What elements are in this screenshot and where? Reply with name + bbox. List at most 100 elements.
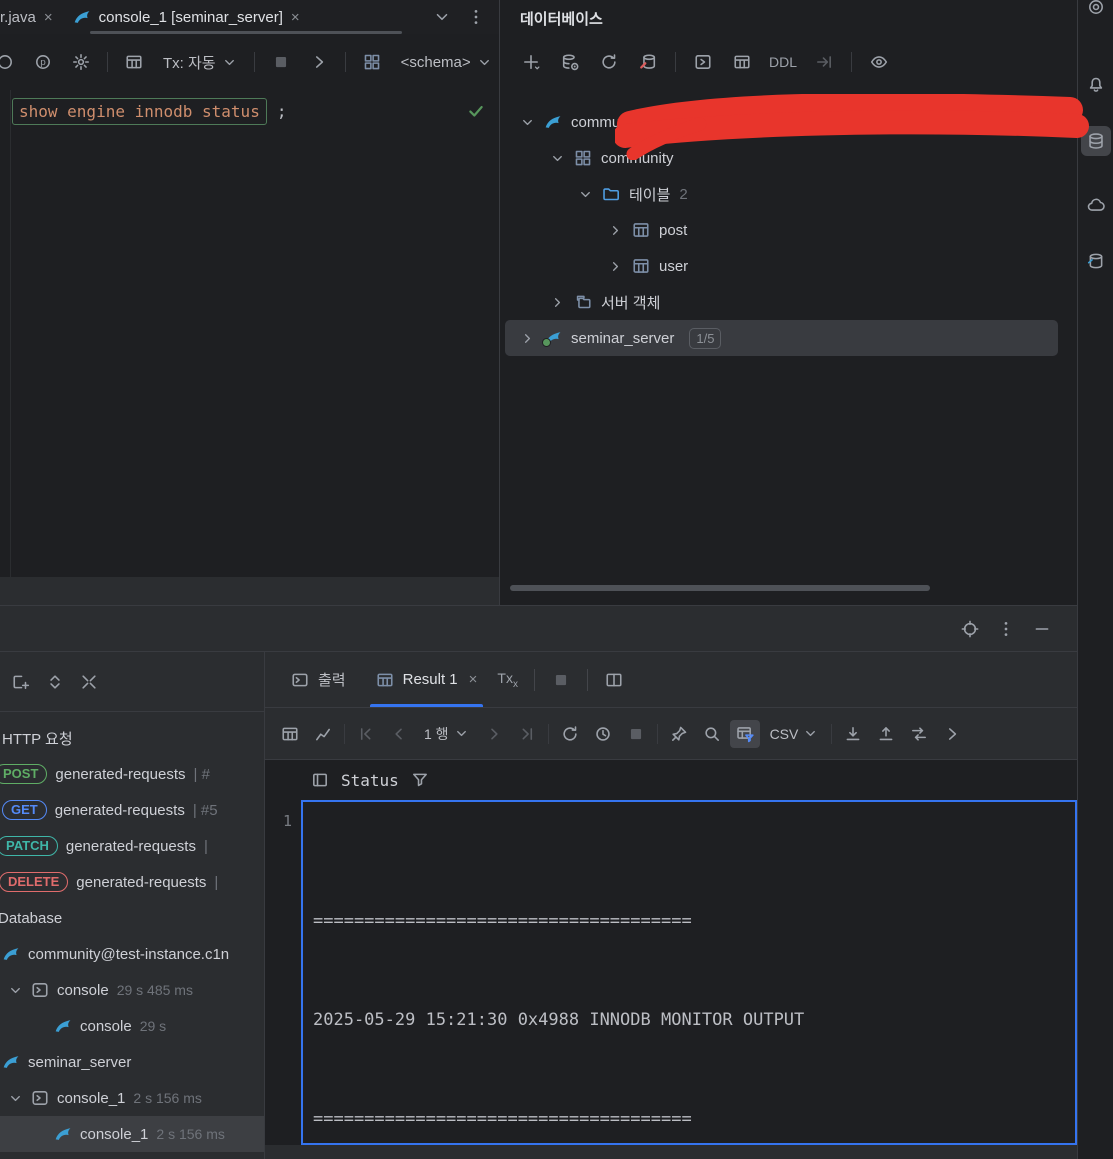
minimize-icon[interactable] [1033,620,1051,638]
chevron-down-icon[interactable] [550,151,565,166]
chevron-right-icon[interactable] [608,223,623,238]
tree-item-connection-2[interactable]: seminar_server 1/5 [505,320,1058,356]
tree-item-connection[interactable]: community@ [500,104,1077,140]
tab-scrollbar[interactable] [90,31,402,34]
chevron-right-icon[interactable] [520,331,535,346]
compare-icon[interactable] [904,720,934,748]
session-connection[interactable]: community@test-instance.c1n [0,936,264,972]
panel-title: 데이터베이스 [520,10,603,28]
request-label: generated-requests [55,765,186,783]
chevron-down-icon[interactable] [433,8,451,26]
search-icon[interactable] [697,720,727,748]
services-group-http[interactable]: HTTP 요청 [0,720,264,756]
horizontal-scrollbar[interactable] [510,585,930,591]
database-tool-window-icon[interactable] [1080,126,1111,156]
chevron-right-icon[interactable] [608,259,623,274]
tree-item-label: 서버 객체 [601,294,661,312]
export-format-select[interactable]: CSV [763,726,826,742]
close-icon[interactable]: × [291,9,300,26]
import-icon[interactable] [838,720,868,748]
tab-output[interactable]: 출력 [277,652,360,707]
filter-table-icon[interactable] [729,719,760,748]
tab-result-1[interactable]: Result 1 × [362,652,492,707]
tree-item-server-objects[interactable]: 서버 객체 [500,284,1077,320]
grid-view-icon[interactable] [275,720,305,748]
tree-item-table-post[interactable]: post [500,212,1077,248]
session-console[interactable]: console 29 s 485 ms [0,972,264,1008]
collapse-all-icon[interactable] [80,673,98,691]
cloud-tool-icon[interactable] [1081,190,1111,220]
request-item-delete[interactable]: DELETE generated-requests | [0,864,264,900]
session-console-child[interactable]: console 29 s [0,1008,264,1044]
chevron-down-icon[interactable] [8,1091,23,1106]
close-icon[interactable]: × [44,9,53,26]
result-column-header[interactable]: Status [265,760,1077,800]
funnel-icon[interactable] [411,771,429,789]
navigate-ddl-icon[interactable] [809,47,839,77]
pin-tab-icon[interactable] [664,720,694,748]
auto-refresh-clock-icon[interactable] [588,720,618,748]
ddl-button[interactable]: DDL [766,54,800,70]
last-page-icon[interactable] [512,720,542,748]
disconnect-icon[interactable] [633,47,663,77]
schema-select[interactable]: <schema> [395,54,498,71]
kebab-menu-icon[interactable] [997,620,1015,638]
previous-page-icon[interactable] [384,720,414,748]
tx-indicator[interactable]: Txx [493,670,522,690]
table-grid-icon[interactable] [119,47,149,77]
datasource-properties-icon[interactable] [555,47,585,77]
notifications-bell-icon[interactable] [1081,70,1111,100]
refresh-icon[interactable] [594,47,624,77]
tree-item-tables-folder[interactable]: 테이블 2 [500,176,1077,212]
add-service-icon[interactable] [12,673,30,691]
expand-collapse-icon[interactable] [46,673,64,691]
sql-statement[interactable]: show engine innodb status [12,98,267,125]
top-circle-icon[interactable] [1081,0,1111,22]
run-next-icon[interactable] [304,47,334,77]
session-console-1[interactable]: console_1 2 s 156 ms [0,1080,264,1116]
chart-view-icon[interactable] [308,720,338,748]
table-editor-icon[interactable] [727,47,757,77]
session-console-1-child[interactable]: console_1 2 s 156 ms [0,1116,264,1152]
db-console-tool-icon[interactable] [1081,246,1111,276]
reload-icon[interactable] [555,720,585,748]
request-item-patch[interactable]: PATCH generated-requests | [0,828,264,864]
gear-icon[interactable] [66,47,96,77]
more-toolbar-icon[interactable] [937,720,967,748]
tab-r-java[interactable]: r.java × [0,0,63,34]
tree-item-schema[interactable]: community [500,140,1077,176]
stop-icon[interactable] [621,720,651,748]
chevron-down-icon[interactable] [520,115,535,130]
eye-icon[interactable] [864,47,894,77]
add-datasource-icon[interactable] [516,47,546,77]
row-range-select[interactable]: 1 행 [417,724,476,744]
services-group-database[interactable]: Database [0,900,264,936]
next-page-icon[interactable] [479,720,509,748]
crosshair-icon[interactable] [961,620,979,638]
stop-icon[interactable] [547,671,575,689]
tree-item-table-user[interactable]: user [500,248,1077,284]
result-cell[interactable]: ===================================== 20… [301,800,1077,1145]
request-item-get[interactable]: GET generated-requests | #5 [0,792,264,828]
chevron-down-icon[interactable] [8,983,23,998]
tx-mode-select[interactable]: Tx: 자동 [157,52,243,73]
split-view-icon[interactable] [600,671,628,689]
partial-circle-icon[interactable] [0,47,20,77]
first-page-icon[interactable] [351,720,381,748]
chevron-down-icon[interactable] [578,187,593,202]
close-icon[interactable]: × [469,671,478,688]
divider [253,52,255,72]
chevron-right-icon[interactable] [550,295,565,310]
expand-column-icon[interactable] [311,771,329,789]
row-number[interactable]: 1 [265,800,301,1145]
stop-icon[interactable] [266,47,296,77]
profile-run-icon[interactable]: p [28,47,58,77]
kebab-menu-icon[interactable] [467,8,485,26]
editor-scroll-area[interactable] [0,577,499,605]
tab-console-1[interactable]: console_1 [seminar_server] × [63,0,310,34]
request-item-post[interactable]: POST generated-requests | # [0,756,264,792]
session-seminar-server[interactable]: seminar_server [0,1044,264,1080]
export-icon[interactable] [871,720,901,748]
jump-to-console-icon[interactable] [688,47,718,77]
sql-editor[interactable]: show engine innodb status ; [0,90,499,605]
